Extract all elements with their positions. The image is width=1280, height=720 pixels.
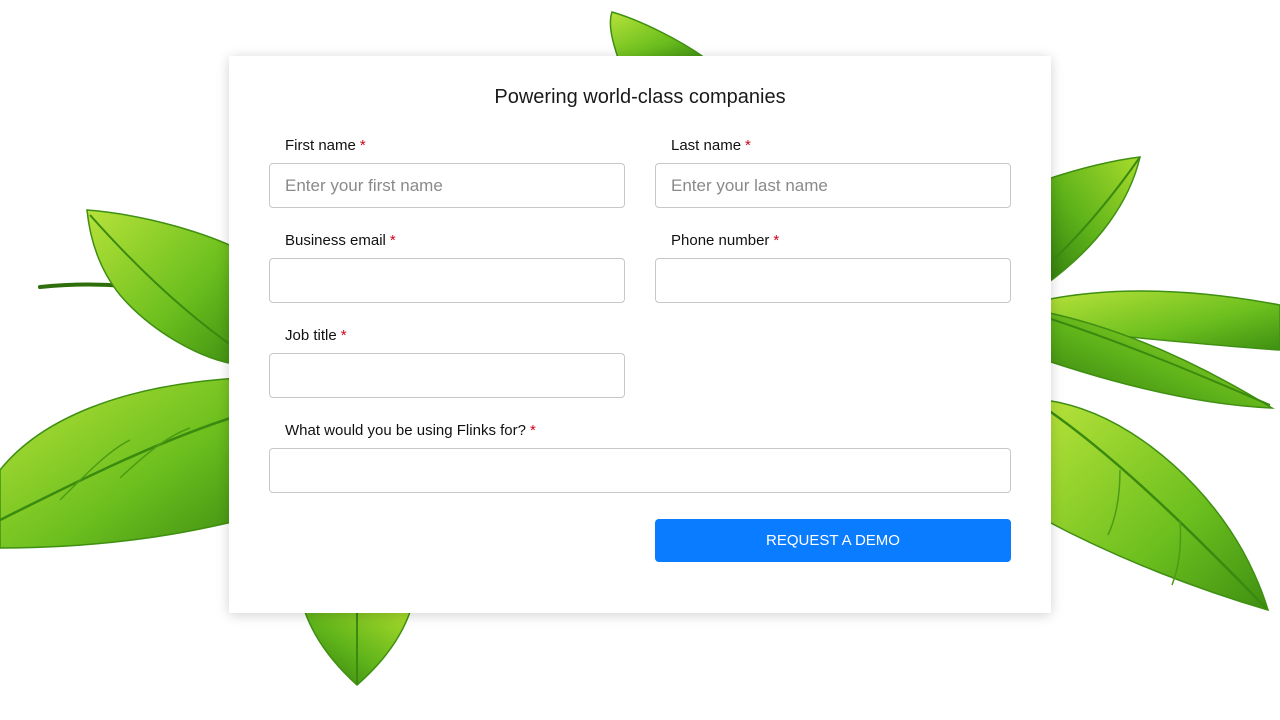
leaf-top-icon bbox=[609, 11, 708, 59]
required-marker: * bbox=[773, 232, 780, 249]
business-email-label: Business email * bbox=[285, 232, 396, 249]
leaf-bottom-icon bbox=[303, 611, 412, 687]
phone-number-label: Phone number * bbox=[671, 232, 780, 249]
leaf-left-upper-icon bbox=[38, 209, 241, 366]
required-marker: * bbox=[340, 327, 347, 344]
leaf-right-middle-icon bbox=[1044, 290, 1280, 409]
required-marker: * bbox=[389, 232, 396, 249]
page: Powering world-class companies First nam… bbox=[0, 0, 1280, 720]
business-email-input[interactable] bbox=[269, 258, 625, 303]
usage-label: What would you be using Flinks for? * bbox=[285, 422, 536, 439]
last-name-label: Last name * bbox=[671, 137, 751, 154]
phone-number-input[interactable] bbox=[655, 258, 1011, 303]
leaf-left-lower-icon bbox=[0, 377, 241, 549]
first-name-input[interactable] bbox=[269, 163, 625, 208]
job-title-input[interactable] bbox=[269, 353, 625, 398]
form-title: Powering world-class companies bbox=[494, 86, 786, 108]
leaf-right-lower-icon bbox=[1044, 399, 1270, 612]
job-title-label: Job title * bbox=[285, 327, 347, 344]
leaf-right-upper-icon bbox=[1044, 156, 1141, 287]
request-demo-form: Powering world-class companies First nam… bbox=[229, 56, 1051, 613]
last-name-input[interactable] bbox=[655, 163, 1011, 208]
first-name-label: First name * bbox=[285, 137, 366, 154]
request-demo-button[interactable]: REQUEST A DEMO bbox=[655, 519, 1011, 562]
usage-input[interactable] bbox=[269, 448, 1011, 493]
required-marker: * bbox=[745, 137, 751, 154]
required-marker: * bbox=[359, 137, 366, 154]
required-marker: * bbox=[529, 422, 536, 439]
